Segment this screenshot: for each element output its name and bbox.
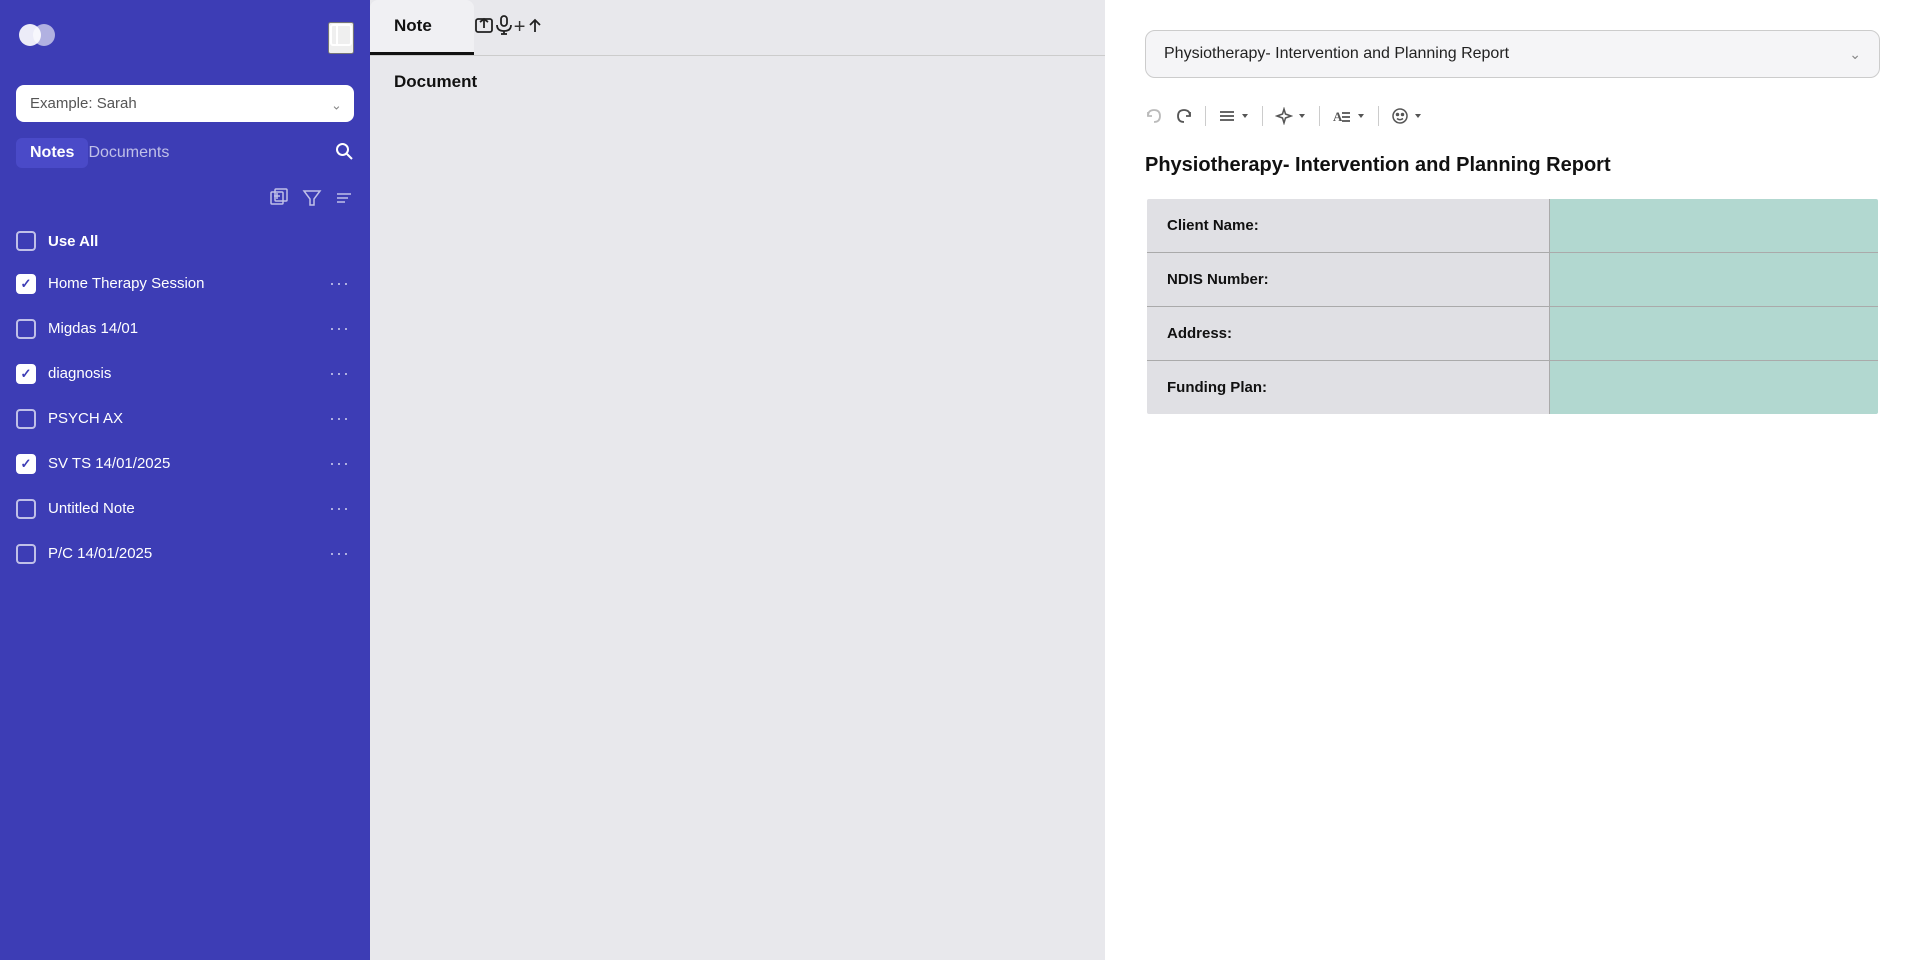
patient-selector-wrapper xyxy=(16,85,354,122)
tab-note[interactable]: Note xyxy=(370,0,474,55)
note-title: diagnosis xyxy=(48,365,313,382)
funding-plan-label: Funding Plan: xyxy=(1146,361,1549,416)
chevron-down-icon: ⌄ xyxy=(1849,46,1861,63)
svg-text:A: A xyxy=(1333,109,1343,124)
use-all-item: Use All xyxy=(0,221,370,261)
note-checkbox-psych-ax[interactable] xyxy=(16,409,36,429)
search-button[interactable] xyxy=(334,141,354,166)
note-checkbox-diagnosis[interactable] xyxy=(16,364,36,384)
note-checkbox-home-therapy[interactable] xyxy=(16,274,36,294)
sidebar-header xyxy=(0,0,370,75)
patient-search-input[interactable] xyxy=(16,85,354,122)
table-row: Client Name: xyxy=(1146,198,1879,253)
toolbar-divider xyxy=(1319,106,1320,126)
list-item[interactable]: PSYCH AX ··· xyxy=(0,396,370,441)
note-more-button[interactable]: ··· xyxy=(325,408,354,429)
sidebar-search-area xyxy=(0,75,370,138)
list-item[interactable]: Untitled Note ··· xyxy=(0,486,370,531)
note-more-button[interactable]: ··· xyxy=(325,363,354,384)
panel-toggle-button[interactable] xyxy=(328,22,354,54)
toolbar-divider xyxy=(1205,106,1206,126)
undo-button[interactable] xyxy=(1145,107,1163,125)
microphone-button[interactable] xyxy=(494,0,514,55)
add-button[interactable]: + xyxy=(514,0,526,55)
tab-documents[interactable]: Documents xyxy=(88,138,181,168)
sort-button[interactable] xyxy=(334,188,354,213)
use-all-checkbox[interactable] xyxy=(16,231,36,251)
client-name-value[interactable] xyxy=(1549,198,1879,253)
ndis-number-label: NDIS Number: xyxy=(1146,253,1549,307)
ndis-number-value[interactable] xyxy=(1549,253,1879,307)
list-item[interactable]: SV TS 14/01/2025 ··· xyxy=(0,441,370,486)
align-button[interactable] xyxy=(1218,107,1250,125)
tab-document[interactable]: Document xyxy=(370,56,1105,108)
note-title: PSYCH AX xyxy=(48,410,313,427)
editor-toolbar: A xyxy=(1145,98,1880,134)
note-title: Untitled Note xyxy=(48,500,313,517)
use-all-label: Use All xyxy=(48,233,98,250)
note-title: P/C 14/01/2025 xyxy=(48,545,313,562)
toolbar-divider xyxy=(1262,106,1263,126)
app-logo xyxy=(16,14,58,61)
note-more-button[interactable]: ··· xyxy=(325,453,354,474)
note-title: Migdas 14/01 xyxy=(48,320,313,337)
sidebar: Notes Documents xyxy=(0,0,370,960)
list-item[interactable]: Home Therapy Session ··· xyxy=(0,261,370,306)
notes-list: Use All Home Therapy Session ··· Migdas … xyxy=(0,221,370,960)
filter-button[interactable] xyxy=(302,188,322,213)
address-value[interactable] xyxy=(1549,307,1879,361)
funding-plan-value[interactable] xyxy=(1549,361,1879,416)
table-row: Funding Plan: xyxy=(1146,361,1879,416)
table-row: Address: xyxy=(1146,307,1879,361)
sidebar-toolbar xyxy=(0,180,370,221)
note-more-button[interactable]: ··· xyxy=(325,273,354,294)
magic-button[interactable] xyxy=(1275,107,1307,125)
content-area: Physiotherapy- Intervention and Planning… xyxy=(1105,0,1920,960)
document-selector-value: Physiotherapy- Intervention and Planning… xyxy=(1164,45,1509,63)
report-table: Client Name: NDIS Number: Address: Fundi… xyxy=(1145,197,1880,416)
note-checkbox-migdas[interactable] xyxy=(16,319,36,339)
upload-button[interactable] xyxy=(474,0,494,55)
note-tab-label: Note xyxy=(394,16,432,36)
top-tabs: Note + xyxy=(370,0,1105,56)
note-more-button[interactable]: ··· xyxy=(325,543,354,564)
collapse-panel-button[interactable] xyxy=(525,0,545,55)
list-item[interactable]: P/C 14/01/2025 ··· xyxy=(0,531,370,576)
document-tab-label: Document xyxy=(394,72,477,92)
list-item[interactable]: diagnosis ··· xyxy=(0,351,370,396)
document-selector[interactable]: Physiotherapy- Intervention and Planning… xyxy=(1145,30,1880,78)
tab-notes[interactable]: Notes xyxy=(16,138,88,168)
table-row: NDIS Number: xyxy=(1146,253,1879,307)
document-title: Physiotherapy- Intervention and Planning… xyxy=(1145,154,1880,177)
toolbar-divider xyxy=(1378,106,1379,126)
text-align-button[interactable]: A xyxy=(1332,107,1366,125)
note-title: Home Therapy Session xyxy=(48,275,313,292)
note-title: SV TS 14/01/2025 xyxy=(48,455,313,472)
list-item[interactable]: Migdas 14/01 ··· xyxy=(0,306,370,351)
main-content: Note + xyxy=(370,0,1105,960)
note-checkbox-pc[interactable] xyxy=(16,544,36,564)
client-name-label: Client Name: xyxy=(1146,198,1549,253)
editor-content: Physiotherapy- Intervention and Planning… xyxy=(1145,154,1880,416)
redo-button[interactable] xyxy=(1175,107,1193,125)
sidebar-tabs: Notes Documents xyxy=(0,138,370,180)
note-more-button[interactable]: ··· xyxy=(325,318,354,339)
emoji-button[interactable] xyxy=(1391,107,1423,125)
address-label: Address: xyxy=(1146,307,1549,361)
note-checkbox-sv-ts[interactable] xyxy=(16,454,36,474)
grid-copy-button[interactable] xyxy=(270,188,290,213)
scroll-indicator xyxy=(1916,380,1920,460)
note-more-button[interactable]: ··· xyxy=(325,498,354,519)
note-checkbox-untitled[interactable] xyxy=(16,499,36,519)
